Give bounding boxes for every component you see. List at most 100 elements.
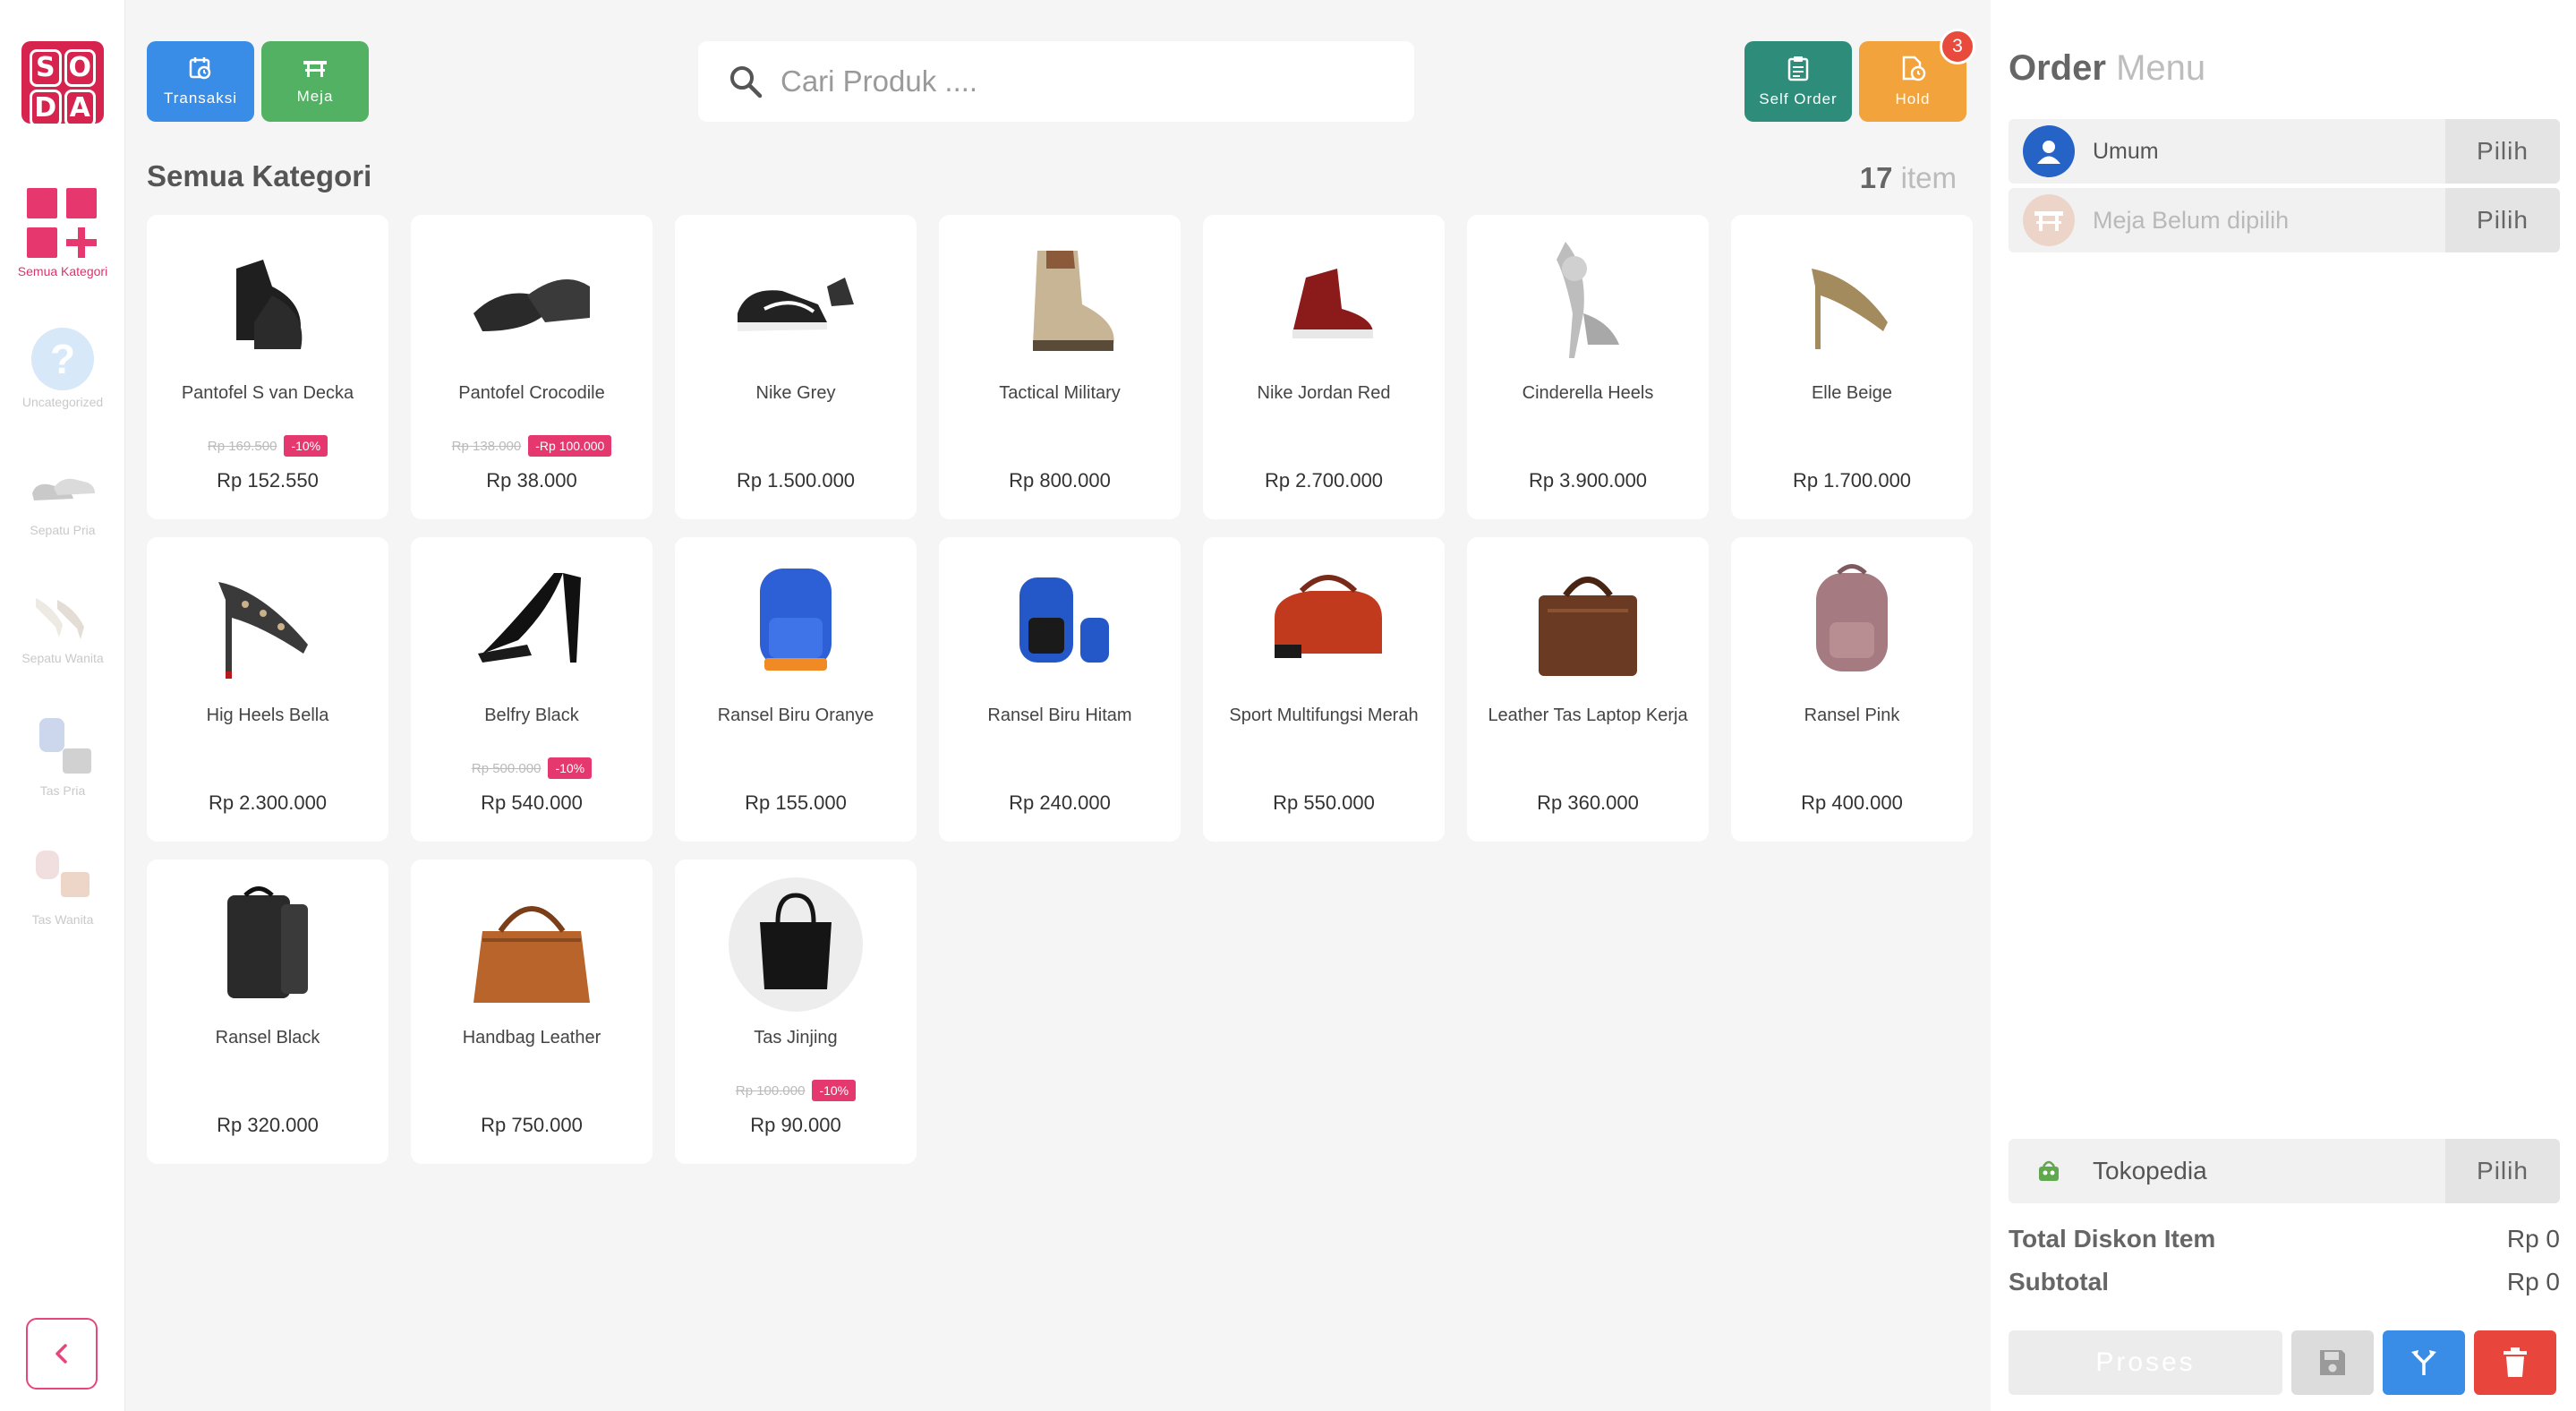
channel-name: Tokopedia (2093, 1157, 2207, 1184)
product-card[interactable]: Tactical Military Rp 800.000 (939, 215, 1181, 519)
table-selector: Meja Belum dipilih Pilih (2009, 188, 2560, 252)
clipboard-icon (1787, 56, 1809, 81)
order-panel-title: Order Menu (2009, 48, 2205, 89)
sidebar-item-semua-kategori[interactable]: Semua Kategori (0, 188, 125, 278)
product-card[interactable]: Pantofel S van Decka Rp 169.500 -10% Rp 152… (147, 215, 388, 519)
product-image (1785, 233, 1919, 367)
sidebar-item-label: Sepatu Pria (30, 523, 96, 537)
subtotal-value: Rp 0 (2506, 1268, 2560, 1296)
delete-order-button[interactable] (2474, 1330, 2556, 1395)
file-clock-icon (1902, 56, 1926, 81)
logo-letter-1: S (30, 49, 62, 87)
collapse-sidebar-button[interactable] (26, 1318, 98, 1390)
hold-button[interactable]: Hold 3 (1859, 29, 1975, 122)
shoes-thumbnail (32, 478, 95, 500)
product-card[interactable]: Sport Multifungsi Merah Rp 550.000 (1203, 537, 1445, 842)
discount-badge: -10% (812, 1080, 857, 1101)
item-count-unit: item (1900, 161, 1957, 194)
sidebar-item-uncategorized[interactable]: ? Uncategorized (0, 328, 125, 409)
product-image (1785, 555, 1919, 689)
product-card[interactable]: Handbag Leather Rp 750.000 (411, 859, 653, 1164)
product-card[interactable]: Ransel Pink Rp 400.000 (1731, 537, 1973, 842)
category-sidebar: S O D A Semua Kategori ? Uncategorized S… (0, 0, 125, 1411)
save-button[interactable] (2291, 1330, 2374, 1395)
heels-thumbnail (36, 598, 84, 639)
product-image (993, 233, 1127, 367)
product-name: Nike Grey (755, 383, 836, 403)
table-icon (303, 61, 327, 77)
product-name: Pantofel Crocodile (458, 383, 605, 403)
hold-label: Hold (1895, 90, 1931, 107)
product-search (698, 41, 1414, 122)
product-price: Rp 2.700.000 (1264, 469, 1384, 492)
product-image (465, 233, 599, 367)
total-discount-row: Total Diskon Item Rp 0 (2009, 1225, 2560, 1253)
sidebar-item-label: Semua Kategori (17, 264, 108, 278)
product-card[interactable]: Elle Beige Rp 1.700.000 (1731, 215, 1973, 519)
grid-plus-icon (27, 188, 98, 260)
product-grid: Pantofel S van Decka Rp 169.500 -10% Rp 152… (147, 215, 1973, 1164)
self-order-button[interactable]: Self Order (1744, 41, 1852, 122)
product-promo: Rp 138.000 -Rp 100.000 (411, 435, 653, 457)
table-icon (2023, 194, 2075, 246)
sidebar-item-tas-wanita[interactable]: Tas Wanita (0, 842, 125, 927)
pilih-customer-button[interactable]: Pilih (2445, 119, 2560, 184)
product-price: Rp 152.550 (217, 469, 319, 492)
sidebar-item-sepatu-wanita[interactable]: Sepatu Wanita (0, 580, 125, 665)
sidebar-item-tas-pria[interactable]: Tas Pria (0, 713, 125, 798)
meja-button[interactable]: Meja (261, 41, 369, 122)
product-card[interactable]: Ransel Black Rp 320.000 (147, 859, 388, 1164)
product-card[interactable]: Belfry Black Rp 500.000 -10% Rp 540.000 (411, 537, 653, 842)
product-card[interactable]: Ransel Biru Hitam Rp 240.000 (939, 537, 1181, 842)
soda-logo: S O D A (21, 41, 104, 127)
proses-button[interactable]: Proses (2009, 1330, 2282, 1395)
product-image (200, 233, 335, 367)
order-panel: Order Menu Umum Pilih Meja Belum dipilih… (1991, 0, 2576, 1411)
product-card[interactable]: Cinderella Heels Rp 3.900.000 (1467, 215, 1709, 519)
product-name: Elle Beige (1811, 383, 1893, 403)
sidebar-item-sepatu-pria[interactable]: Sepatu Pria (0, 452, 125, 537)
product-card[interactable]: Ransel Biru Oranye Rp 155.000 (675, 537, 917, 842)
product-image (729, 555, 863, 689)
product-price: Rp 750.000 (481, 1114, 583, 1136)
product-card[interactable]: Leather Tas Laptop Kerja Rp 360.000 (1467, 537, 1709, 842)
product-price: Rp 90.000 (750, 1114, 841, 1136)
product-price: Rp 360.000 (1537, 791, 1639, 814)
sidebar-item-label: Tas Wanita (31, 912, 94, 927)
split-bill-button[interactable] (2383, 1330, 2465, 1395)
pilih-channel-button[interactable]: Pilih (2445, 1139, 2560, 1203)
table-status: Meja Belum dipilih (2093, 206, 2290, 234)
product-price: Rp 1.700.000 (1792, 469, 1912, 492)
product-card[interactable]: Pantofel Crocodile Rp 138.000 -Rp 100.000 R… (411, 215, 653, 519)
search-input[interactable] (780, 64, 1389, 98)
product-name: Belfry Black (484, 706, 579, 725)
total-discount-label: Total Diskon Item (2009, 1225, 2216, 1253)
self-order-label: Self Order (1759, 90, 1838, 107)
product-price: Rp 2.300.000 (208, 791, 328, 814)
product-image (1257, 555, 1391, 689)
pilih-table-button[interactable]: Pilih (2445, 188, 2560, 252)
product-card[interactable]: Hig Heels Bella Rp 2.300.000 (147, 537, 388, 842)
product-name: Sport Multifungsi Merah (1229, 706, 1419, 725)
sales-channel-selector: Tokopedia Pilih (2009, 1139, 2560, 1203)
product-price: Rp 400.000 (1801, 791, 1903, 814)
calendar-clock-icon (189, 57, 211, 80)
product-price: Rp 155.000 (745, 791, 847, 814)
logo-letter-2: O (64, 49, 96, 87)
logo-letter-4: A (64, 90, 96, 127)
product-card[interactable]: Tas Jinjing Rp 100.000 -10% Rp 90.000 (675, 859, 917, 1164)
product-name: Tactical Military (999, 383, 1121, 403)
order-actions: Proses (2009, 1330, 2556, 1395)
transaksi-button[interactable]: Transaksi (147, 41, 254, 122)
discount-badge: -Rp 100.000 (528, 435, 612, 457)
product-promo: Rp 100.000 -10% (675, 1080, 917, 1101)
discount-badge: -10% (548, 757, 593, 779)
product-card[interactable]: Nike Grey Rp 1.500.000 (675, 215, 917, 519)
logo-letter-3: D (30, 90, 62, 127)
customer-name: Umum (2093, 138, 2159, 164)
product-price: Rp 240.000 (1009, 791, 1111, 814)
product-card[interactable]: Nike Jordan Red Rp 2.700.000 (1203, 215, 1445, 519)
product-price: Rp 550.000 (1273, 791, 1375, 814)
product-name: Hig Heels Bella (206, 706, 329, 725)
product-old-price: Rp 500.000 (471, 760, 542, 776)
